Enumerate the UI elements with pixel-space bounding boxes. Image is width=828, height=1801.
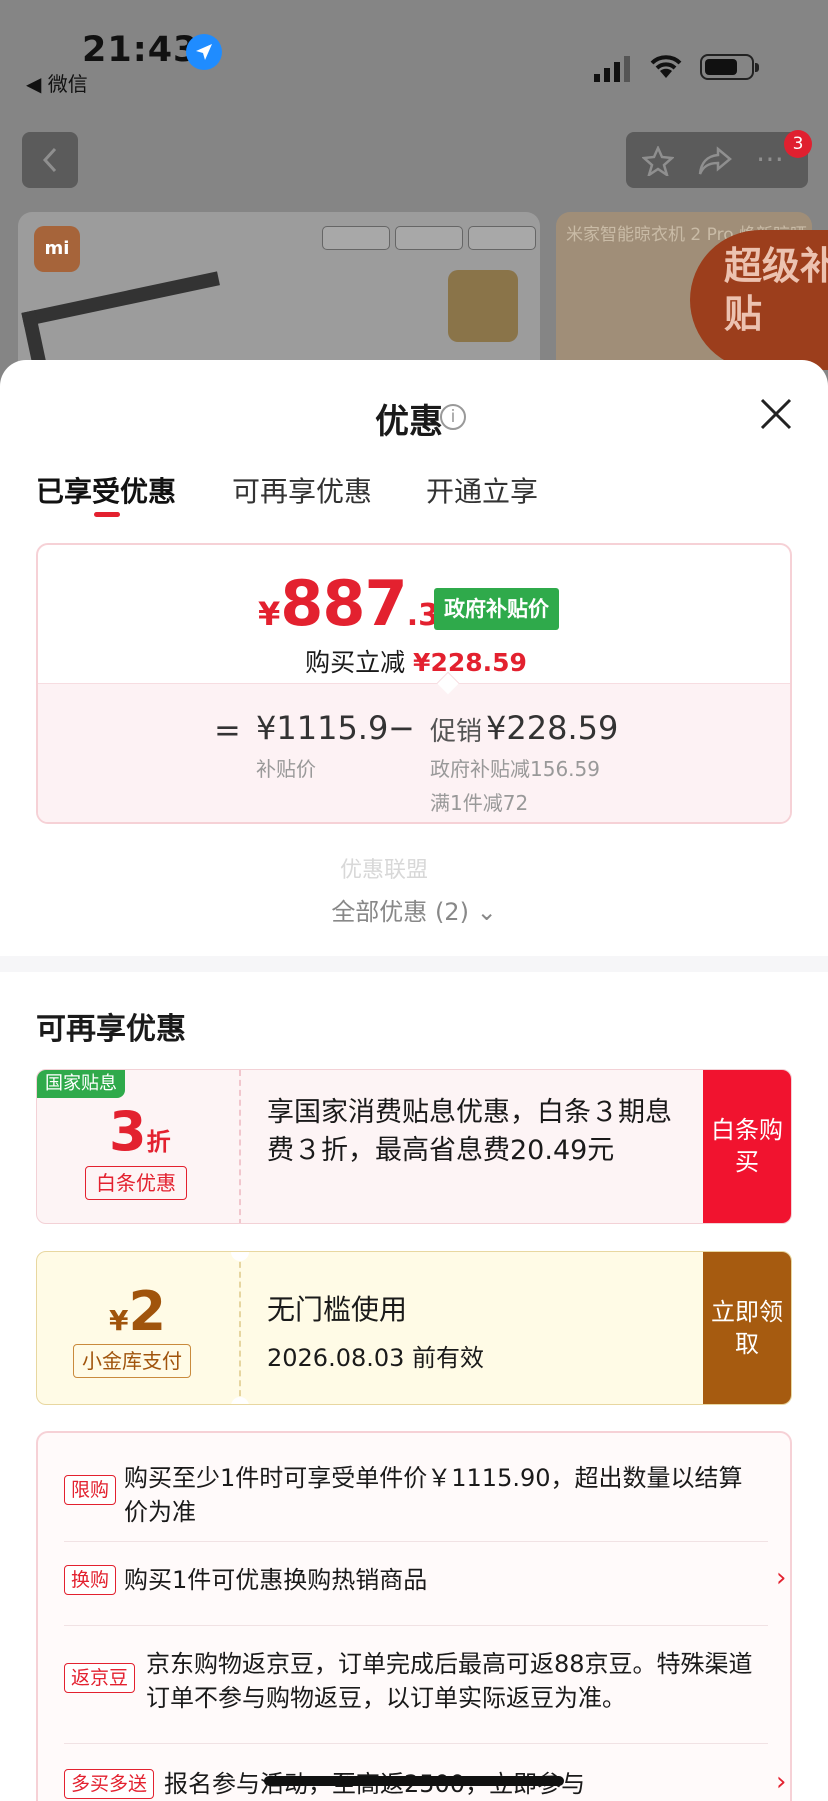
back-to-app-link[interactable]: ◀ 微信 xyxy=(26,68,88,97)
coupon-amount: ¥2 xyxy=(109,1280,167,1343)
minus-sign: − xyxy=(388,709,415,747)
instant-reduction: 购买立减 ¥228.59 xyxy=(305,648,527,677)
nav-actions: ⋯ xyxy=(626,132,808,188)
chevron-right-icon: › xyxy=(776,1767,787,1797)
promo-label: 促销 xyxy=(430,717,483,747)
rule-tag: 多买多送 xyxy=(64,1769,155,1799)
interest-description: 享国家消费贴息优惠，白条３期息费３折，最高省息费20.49元 xyxy=(267,1097,672,1166)
promo-detail-gov: 政府补贴减156.59 xyxy=(430,757,600,781)
rule-tag: 限购 xyxy=(64,1475,117,1505)
coupon-validity: 2026.08.03 前有效 xyxy=(267,1344,485,1372)
brand-logo: mi xyxy=(34,226,80,272)
tab-activate[interactable]: 开通立享 xyxy=(426,470,538,510)
final-price: ¥887.31 xyxy=(258,567,460,640)
medal-badge xyxy=(448,270,518,342)
promo-value: ¥228.59 xyxy=(486,709,619,747)
baitiao-buy-button[interactable]: 白条购买 xyxy=(703,1070,791,1223)
discount-rate: 3折 xyxy=(109,1100,171,1163)
rule-text: 京东购物返京豆，订单完成后最高可返88京豆。特殊渠道订单不参与购物返豆，以订单实… xyxy=(146,1650,753,1712)
battery-icon xyxy=(700,54,759,80)
promo-detail-full: 满1件减72 xyxy=(430,791,529,815)
info-icon[interactable]: i xyxy=(440,404,466,430)
home-indicator[interactable] xyxy=(264,1776,564,1786)
section-divider xyxy=(0,956,828,972)
rule-text: 购买至少1件时可享受单件价￥1115.90，超出数量以结算价为准 xyxy=(124,1464,743,1526)
rule-separator xyxy=(64,1743,768,1744)
equals-sign: = xyxy=(214,711,241,749)
gov-subsidy-tag: 政府补贴价 xyxy=(434,588,559,630)
chevron-down-icon: ⌄ xyxy=(476,898,497,926)
active-tab-indicator xyxy=(94,512,120,517)
tab-more[interactable]: 可再享优惠 xyxy=(232,470,372,510)
rule-tag: 换购 xyxy=(64,1565,117,1595)
discount-sheet: 优惠 i 已享受优惠 可再享优惠 开通立享 ¥887.31 政府补贴价 购买立减… xyxy=(0,360,828,1801)
interest-coupon: 国家贴息 3折 白条优惠 享国家消费贴息优惠，白条３期息费３折，最高省息费20.… xyxy=(36,1069,792,1224)
notification-badge: 3 xyxy=(784,130,812,158)
subsidy-base-label: 补贴价 xyxy=(256,757,316,781)
signal-icon xyxy=(594,56,634,86)
claim-now-button[interactable]: 立即领取 xyxy=(703,1252,791,1404)
rule-separator xyxy=(64,1541,768,1542)
coupon-divider xyxy=(239,1252,241,1404)
vault-pay-chip: 小金库支付 xyxy=(73,1344,191,1378)
share-icon[interactable] xyxy=(698,146,732,180)
rule-separator xyxy=(64,1625,768,1626)
coupon-divider xyxy=(239,1070,241,1223)
close-icon[interactable] xyxy=(758,396,794,432)
baitiao-chip: 白条优惠 xyxy=(85,1166,187,1200)
chevron-right-icon: › xyxy=(776,1563,787,1593)
location-icon xyxy=(186,34,222,70)
more-icon[interactable]: ⋯ xyxy=(756,142,784,175)
status-bar: 21:43 ◀ 微信 xyxy=(0,0,828,110)
coupon-hole xyxy=(231,1397,249,1404)
wifi-icon xyxy=(648,50,684,84)
price-card: ¥887.31 政府补贴价 购买立减 ¥228.59 = ¥1115.9 补贴价… xyxy=(36,543,792,824)
back-button[interactable] xyxy=(22,132,78,188)
cash-coupon: ¥2 小金库支付 无门槛使用 2026.08.03 前有效 立即领取 xyxy=(36,1251,792,1405)
favorite-star-icon[interactable] xyxy=(641,144,675,180)
national-interest-tag: 国家贴息 xyxy=(37,1070,125,1098)
all-discounts-toggle[interactable]: 全部优惠 (2) ⌄ xyxy=(0,892,828,927)
coupon-title: 无门槛使用 xyxy=(267,1293,408,1326)
subsidy-base-price: ¥1115.9 xyxy=(256,709,389,747)
rules-card: 限购 购买至少1件时可享受单件价￥1115.90，超出数量以结算价为准 换购 购… xyxy=(36,1431,792,1801)
section-title: 可再享优惠 xyxy=(36,1012,186,1047)
watermark: 优惠联盟 xyxy=(340,858,429,883)
super-subsidy-badge: 超级补贴 xyxy=(690,230,828,370)
feature-chips xyxy=(322,226,541,254)
sheet-title: 优惠 xyxy=(375,402,443,442)
price-breakdown-area xyxy=(38,683,790,822)
tab-enjoyed[interactable]: 已享受优惠 xyxy=(36,470,176,510)
status-time: 21:43 xyxy=(82,30,199,70)
coupon-hole xyxy=(231,1252,249,1261)
rule-tag: 返京豆 xyxy=(64,1663,136,1693)
rule-text: 购买1件可优惠换购热销商品 xyxy=(124,1566,428,1594)
